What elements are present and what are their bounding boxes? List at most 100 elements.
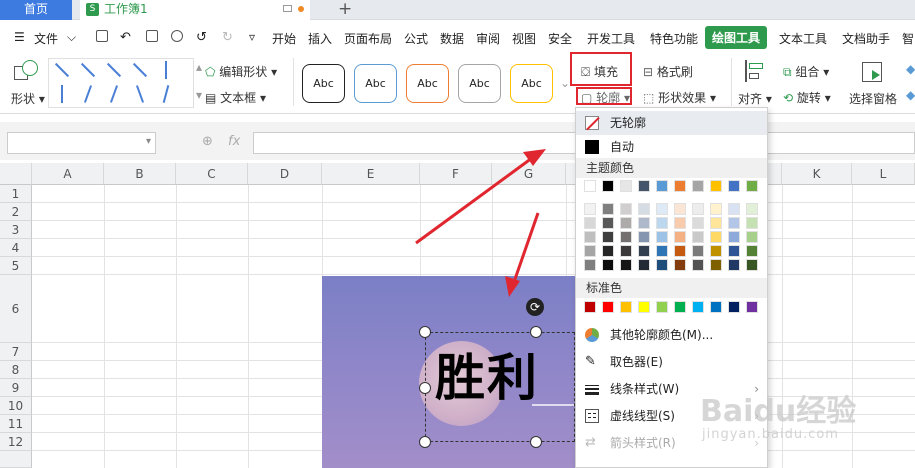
row-header[interactable]: 2 xyxy=(0,203,32,221)
column-header[interactable]: C xyxy=(176,163,248,185)
column-header[interactable]: A xyxy=(32,163,104,185)
print-icon[interactable] xyxy=(146,30,158,42)
menu-review[interactable]: 审阅 xyxy=(476,30,500,47)
row-header[interactable]: 9 xyxy=(0,379,32,397)
gallery-more-icon[interactable]: ▾ xyxy=(196,88,202,102)
menu-file[interactable]: 文件 xyxy=(34,30,58,47)
column-header[interactable]: B xyxy=(104,163,176,185)
theme-shade-swatch[interactable] xyxy=(656,231,668,243)
redo-icon[interactable]: ↻ xyxy=(222,30,233,45)
standard-color-swatch[interactable] xyxy=(728,301,740,313)
standard-color-swatch[interactable] xyxy=(620,301,632,313)
theme-shade-swatch[interactable] xyxy=(674,231,686,243)
resize-handle-top[interactable] xyxy=(530,326,542,338)
resize-handle-bottom[interactable] xyxy=(530,436,542,448)
theme-shade-swatch[interactable] xyxy=(710,231,722,243)
theme-shade-swatch[interactable] xyxy=(584,217,596,229)
theme-shade-swatch[interactable] xyxy=(656,217,668,229)
theme-shade-swatch[interactable] xyxy=(728,245,740,257)
theme-shade-swatch[interactable] xyxy=(746,245,758,257)
chevron-down-icon[interactable]: ▾ xyxy=(146,136,151,147)
theme-shade-swatch[interactable] xyxy=(602,217,614,229)
tab-workbook[interactable]: S 工作簿1 xyxy=(80,0,310,20)
column-header[interactable]: E xyxy=(322,163,420,185)
quick-access-dropdown-icon[interactable]: ▿ xyxy=(249,30,255,44)
name-box[interactable]: ▾ xyxy=(7,132,156,154)
theme-shade-swatch[interactable] xyxy=(692,217,704,229)
row-header[interactable]: 4 xyxy=(0,239,32,257)
theme-shade-swatch[interactable] xyxy=(692,245,704,257)
menu-more[interactable]: 智 xyxy=(902,30,914,47)
theme-shade-swatch[interactable] xyxy=(620,259,632,271)
rotate-handle-icon[interactable]: ⟳ xyxy=(526,298,544,316)
theme-color-swatch[interactable] xyxy=(728,180,740,192)
theme-shade-swatch[interactable] xyxy=(746,259,758,271)
undo-icon[interactable]: ↺ xyxy=(196,30,207,45)
theme-color-swatch[interactable] xyxy=(656,180,668,192)
menu-item-auto[interactable]: 自动 xyxy=(576,135,767,159)
menu-start[interactable]: 开始 xyxy=(272,30,296,47)
column-header[interactable]: K xyxy=(782,163,852,185)
shape-gallery[interactable] xyxy=(48,58,194,108)
row-header[interactable]: 8 xyxy=(0,361,32,379)
standard-color-swatch[interactable] xyxy=(746,301,758,313)
gallery-scroll-up-icon[interactable]: ▴ xyxy=(196,60,202,74)
style-more-icon[interactable]: ⌄ xyxy=(560,76,570,90)
theme-shade-swatch[interactable] xyxy=(728,231,740,243)
menu-developer[interactable]: 开发工具 xyxy=(587,30,635,47)
standard-color-swatch[interactable] xyxy=(584,301,596,313)
zoom-search-icon[interactable]: ⊕ xyxy=(202,134,213,149)
theme-color-swatch[interactable] xyxy=(710,180,722,192)
menu-drawing-tools[interactable]: 绘图工具 xyxy=(705,26,768,49)
theme-color-swatch[interactable] xyxy=(584,180,596,192)
menu-doc-assistant[interactable]: 文档助手 xyxy=(842,30,890,47)
theme-color-swatch[interactable] xyxy=(620,180,632,192)
theme-shade-swatch[interactable] xyxy=(674,217,686,229)
theme-shade-swatch[interactable] xyxy=(746,217,758,229)
style-preset-orange[interactable]: Abc xyxy=(406,64,449,103)
theme-shade-swatch[interactable] xyxy=(584,203,596,215)
fx-icon[interactable]: fx xyxy=(228,134,240,149)
theme-shade-swatch[interactable] xyxy=(746,231,758,243)
rotate-button[interactable]: ⟲ 旋转 ▾ xyxy=(783,89,831,106)
layer-down-icon[interactable]: ◆ xyxy=(906,88,915,102)
menu-insert[interactable]: 插入 xyxy=(308,30,332,47)
theme-shade-swatch[interactable] xyxy=(620,203,632,215)
theme-shade-swatch[interactable] xyxy=(602,245,614,257)
row-header[interactable]: 12 xyxy=(0,433,32,451)
theme-shade-swatch[interactable] xyxy=(746,203,758,215)
column-header[interactable]: F xyxy=(420,163,492,185)
resize-handle-bottom-left[interactable] xyxy=(419,436,431,448)
theme-shade-swatch[interactable] xyxy=(674,245,686,257)
format-brush-button[interactable]: ⊟ 格式刷 xyxy=(643,63,693,80)
theme-color-swatch[interactable] xyxy=(692,180,704,192)
hamburger-icon[interactable]: ☰ xyxy=(14,30,25,44)
theme-shade-swatch[interactable] xyxy=(656,203,668,215)
menu-page-layout[interactable]: 页面布局 xyxy=(344,30,392,47)
row-header[interactable]: 7 xyxy=(0,343,32,361)
menu-features[interactable]: 特色功能 xyxy=(650,30,698,47)
resize-handle-top-left[interactable] xyxy=(419,326,431,338)
column-header[interactable]: D xyxy=(248,163,322,185)
menu-item-eyedropper[interactable]: ✎ 取色器(E) xyxy=(576,350,767,374)
style-preset-black[interactable]: Abc xyxy=(302,64,345,103)
row-header[interactable]: 1 xyxy=(0,185,32,203)
resize-handle-left[interactable] xyxy=(419,382,431,394)
shape-icon[interactable] xyxy=(14,60,40,82)
theme-shade-swatch[interactable] xyxy=(728,217,740,229)
theme-shade-swatch[interactable] xyxy=(692,259,704,271)
theme-shade-swatch[interactable] xyxy=(710,259,722,271)
theme-shade-swatch[interactable] xyxy=(710,217,722,229)
align-icon[interactable] xyxy=(745,60,767,82)
save-icon[interactable] xyxy=(96,30,108,42)
add-tab-button[interactable]: + xyxy=(338,0,352,19)
theme-shade-swatch[interactable] xyxy=(674,259,686,271)
theme-shade-swatch[interactable] xyxy=(584,245,596,257)
theme-color-swatch[interactable] xyxy=(674,180,686,192)
standard-color-swatch[interactable] xyxy=(692,301,704,313)
theme-color-swatch[interactable] xyxy=(602,180,614,192)
undo-history-icon[interactable]: ↶ xyxy=(120,30,131,45)
menu-view[interactable]: 视图 xyxy=(512,30,536,47)
theme-shade-swatch[interactable] xyxy=(602,259,614,271)
theme-shade-swatch[interactable] xyxy=(638,245,650,257)
